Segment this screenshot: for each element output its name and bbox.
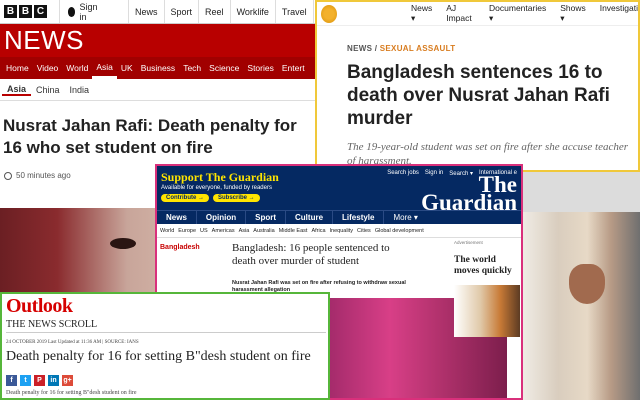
photo-detail — [569, 264, 605, 304]
guardian-section-label[interactable]: Bangladesh — [160, 244, 200, 251]
bbc-sub-nav: Asia China India — [0, 79, 318, 101]
bbc-logo-letter: B — [19, 5, 32, 18]
bbc-subnav-china[interactable]: China — [31, 85, 65, 95]
aj-headline: Bangladesh sentences 16 to death over Nu… — [347, 62, 610, 129]
user-icon — [68, 6, 76, 17]
guardian-nav-culture[interactable]: Culture — [286, 211, 334, 224]
bbc-timestamp-text: 50 minutes ago — [16, 171, 71, 180]
aj-tag-separator: / — [372, 44, 380, 53]
aj-nav-news[interactable]: News ▾ — [411, 3, 432, 24]
bbc-top-bar: B B C Sign in News Sport Reel Worklife T… — [0, 0, 318, 24]
bbc-nav-business[interactable]: Business — [137, 57, 180, 79]
bbc-nav-video[interactable]: Video — [33, 57, 63, 79]
outlook-page: Outlook THE NEWS SCROLL 24 OCTOBER 2019 … — [0, 292, 330, 400]
guardian-subnav-item[interactable]: Global development — [375, 228, 424, 234]
aj-nav-investigations[interactable]: Investigati — [600, 3, 638, 24]
aj-tags: NEWS / SEXUAL ASSAULT — [317, 26, 638, 53]
guardian-funded-text: Available for everyone, funded by reader… — [161, 185, 272, 191]
aj-nav: News ▾ AJ Impact Documentaries ▾ Shows ▾… — [411, 3, 638, 24]
aljazeera-page: News ▾ AJ Impact Documentaries ▾ Shows ▾… — [315, 0, 640, 172]
share-buttons: f t Pin g+ — [6, 375, 73, 386]
bbc-nav-entertainment[interactable]: Entert — [278, 57, 309, 79]
aj-nav-shows[interactable]: Shows ▾ — [560, 3, 586, 24]
bbc-nav-science[interactable]: Science — [205, 57, 243, 79]
guardian-headline: Bangladesh: 16 people sentenced to death… — [232, 242, 390, 267]
pinterest-icon[interactable]: P — [34, 375, 45, 386]
bbc-sign-in[interactable]: Sign in — [59, 0, 100, 23]
bbc-subnav-asia[interactable]: Asia — [2, 84, 32, 96]
linkedin-icon[interactable]: in — [48, 375, 59, 386]
aljazeera-logo-icon[interactable] — [321, 4, 337, 23]
bbc-top-links: News Sport Reel Worklife Travel Fu — [128, 0, 318, 23]
guardian-logo[interactable]: The Guardian — [421, 173, 517, 215]
aj-nav-documentaries[interactable]: Documentaries ▾ — [489, 3, 546, 24]
subscribe-button[interactable]: Subscribe → — [213, 194, 260, 202]
guardian-masthead: Support The Guardian Available for every… — [157, 166, 521, 215]
bbc-logo-letter: B — [4, 5, 17, 18]
guardian-subnav-item[interactable]: US — [200, 228, 208, 234]
guardian-subnav-item[interactable]: Cities — [357, 228, 371, 234]
guardian-nav-news[interactable]: News — [157, 211, 197, 224]
guardian-subnav-item[interactable]: Middle East — [279, 228, 308, 234]
bbc-top-link-travel[interactable]: Travel — [274, 0, 313, 23]
guardian-subnav-item[interactable]: Inequality — [330, 228, 354, 234]
guardian-advertisement[interactable]: Advertisement The world moves quickly — [454, 240, 521, 380]
guardian-subnav-item[interactable]: Australia — [253, 228, 274, 234]
guardian-nav-lifestyle[interactable]: Lifestyle — [333, 211, 385, 224]
googleplus-icon[interactable]: g+ — [62, 375, 73, 386]
bbc-nav-tech[interactable]: Tech — [179, 57, 205, 79]
guardian-nav-sport[interactable]: Sport — [246, 211, 287, 224]
guardian-support-title: Support The Guardian — [161, 170, 279, 184]
aj-tag-topic[interactable]: SEXUAL ASSAULT — [380, 44, 456, 53]
ad-label: Advertisement — [454, 240, 483, 245]
facebook-icon[interactable]: f — [6, 375, 17, 386]
aj-standfirst: The 19-year-old student was set on fire … — [347, 141, 629, 167]
news-collage: B B C Sign in News Sport Reel Worklife T… — [0, 0, 640, 400]
bbc-nav-asia[interactable]: Asia — [92, 57, 117, 79]
guardian-subnav-item[interactable]: Africa — [311, 228, 325, 234]
bbc-nav-uk[interactable]: UK — [117, 57, 137, 79]
bbc-news-brand[interactable]: NEWS — [0, 24, 318, 57]
bbc-nav-stories[interactable]: Stories — [243, 57, 277, 79]
bbc-headline: Nusrat Jahan Rafi: Death penalty for 16 … — [3, 116, 297, 157]
bbc-logo[interactable]: B B C — [4, 5, 47, 18]
protest-photo — [523, 212, 640, 400]
guardian-subnav: World Europe US Americas Asia Australia … — [157, 224, 521, 238]
bbc-nav-bar: Home Video World Asia UK Business Tech S… — [0, 57, 318, 79]
outlook-headline: Death penalty for 16 for setting B"desh … — [6, 349, 311, 364]
bbc-sign-in-label: Sign in — [79, 1, 98, 22]
guardian-support-buttons: Contribute → Subscribe → — [161, 194, 260, 202]
bbc-nav-world[interactable]: World — [62, 57, 92, 79]
outlook-meta: 24 OCTOBER 2019 Last Updated at 11:36 AM… — [6, 340, 139, 345]
bbc-top-link-news[interactable]: News — [128, 0, 164, 23]
bbc-top-link-worklife[interactable]: Worklife — [229, 0, 275, 23]
divider — [6, 332, 326, 333]
aj-nav-aj-impact[interactable]: AJ Impact — [446, 3, 475, 24]
bbc-top-link-reel[interactable]: Reel — [198, 0, 230, 23]
guardian-subnav-item[interactable]: Asia — [239, 228, 250, 234]
bbc-logo-letter: C — [34, 5, 47, 18]
guardian-logo-line2: Guardian — [421, 190, 517, 215]
twitter-icon[interactable]: t — [20, 375, 31, 386]
aj-top-bar: News ▾ AJ Impact Documentaries ▾ Shows ▾… — [317, 2, 638, 26]
bbc-top-link-sport[interactable]: Sport — [163, 0, 199, 23]
ad-title: The world moves quickly — [454, 255, 512, 276]
ad-image — [454, 285, 520, 337]
contribute-button[interactable]: Contribute → — [161, 194, 209, 202]
outlook-caption: Death penalty for 16 for setting B"desh … — [6, 390, 137, 396]
guardian-subnav-item[interactable]: Americas — [212, 228, 235, 234]
guardian-subnav-item[interactable]: Europe — [178, 228, 196, 234]
outlook-section-title: THE NEWS SCROLL — [6, 319, 98, 330]
clock-icon — [4, 171, 12, 180]
guardian-subnav-item[interactable]: World — [160, 228, 174, 234]
guardian-nav-opinion[interactable]: Opinion — [197, 211, 247, 224]
search-jobs-link[interactable]: Search jobs — [387, 170, 419, 177]
aj-tag-section[interactable]: NEWS — [347, 44, 372, 53]
outlook-logo[interactable]: Outlook — [6, 295, 73, 318]
photo-detail — [110, 238, 136, 249]
bbc-subnav-india[interactable]: India — [65, 85, 95, 95]
bbc-nav-home[interactable]: Home — [2, 57, 33, 79]
